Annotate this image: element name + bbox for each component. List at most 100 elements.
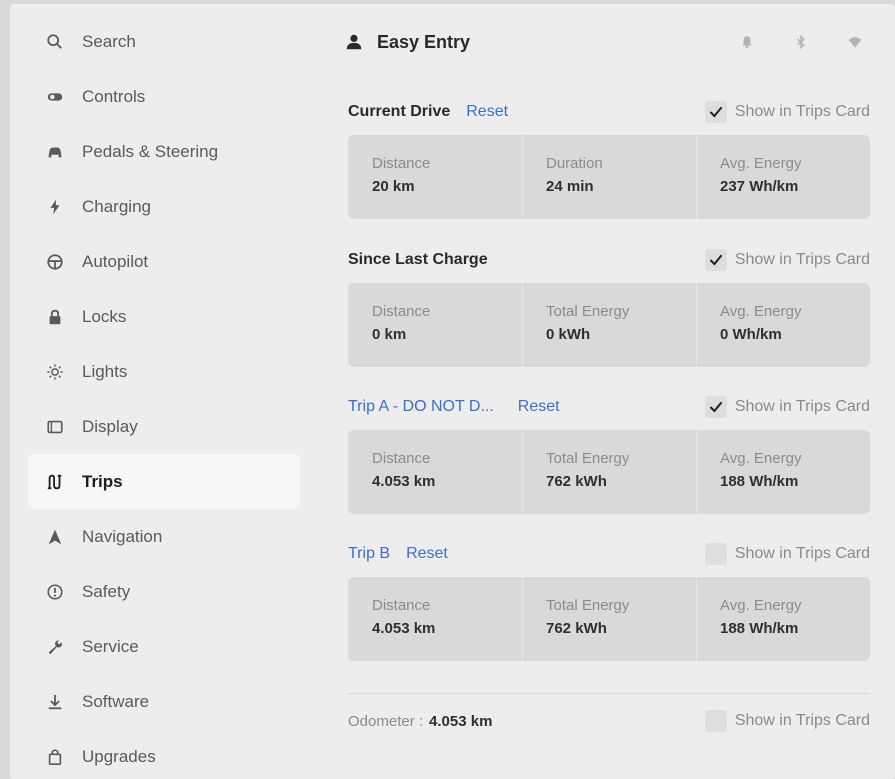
stat-total-energy: Total Energy 762 kWh <box>522 577 696 661</box>
sidebar-item-software[interactable]: Software <box>28 674 300 729</box>
bag-icon <box>44 746 66 768</box>
show-in-trips-toggle[interactable]: Show in Trips Card <box>704 249 870 271</box>
show-in-trips-label: Show in Trips Card <box>734 103 870 120</box>
download-icon <box>44 691 66 713</box>
stat-distance: Distance 4.053 km <box>348 430 522 514</box>
stats-card: Distance 20 km Duration 24 min Avg. Ener… <box>348 135 870 219</box>
sun-icon <box>44 361 66 383</box>
sidebar-item-label: Controls <box>82 86 146 106</box>
stat-value: 237 Wh/km <box>720 178 799 195</box>
checkbox-checked[interactable] <box>704 101 727 123</box>
sidebar-item-label: Autopilot <box>82 251 149 271</box>
section-title: Since Last Charge <box>348 251 488 268</box>
stat-avg-energy: Avg. Energy 0 Wh/km <box>696 283 870 367</box>
checkbox-checked[interactable] <box>704 396 727 418</box>
profile-header: Easy Entry <box>345 26 870 58</box>
sidebar-item-label: Service <box>82 636 139 656</box>
bluetooth-icon[interactable] <box>794 35 808 49</box>
profile-name[interactable]: Easy Entry <box>377 32 470 53</box>
stat-value: 0 kWh <box>546 326 591 343</box>
sidebar-item-label: Pedals & Steering <box>82 141 219 161</box>
settings-sidebar: Search Controls Pedals & Steering Chargi… <box>28 14 300 779</box>
stat-duration: Duration 24 min <box>522 135 696 219</box>
trip-name[interactable]: Trip B <box>348 545 390 563</box>
sidebar-item-service[interactable]: Service <box>28 619 300 674</box>
search-icon <box>44 31 66 53</box>
checkbox-checked[interactable] <box>704 249 727 271</box>
trip-a-section: Trip A - DO NOT D... Reset Show in Trips… <box>348 394 870 514</box>
toggle-icon <box>44 86 66 108</box>
stat-total-energy: Total Energy 762 kWh <box>522 430 696 514</box>
checkbox-unchecked[interactable] <box>704 710 727 732</box>
stat-label: Distance <box>372 450 431 467</box>
stat-value: 0 km <box>372 326 407 343</box>
stat-distance: Distance 4.053 km <box>348 577 522 661</box>
sidebar-item-label: Locks <box>82 306 127 326</box>
sidebar-item-autopilot[interactable]: Autopilot <box>28 234 300 289</box>
sidebar-item-controls[interactable]: Controls <box>28 69 300 124</box>
stat-value: 188 Wh/km <box>720 473 799 490</box>
show-in-trips-label: Show in Trips Card <box>734 251 870 268</box>
stat-value: 188 Wh/km <box>720 620 799 637</box>
stats-card: Distance 4.053 km Total Energy 762 kWh A… <box>348 577 870 661</box>
stat-label: Total Energy <box>546 303 630 320</box>
current-drive-section: Current Drive Reset Show in Trips Card D… <box>348 99 870 219</box>
show-in-trips-toggle[interactable]: Show in Trips Card <box>704 101 870 123</box>
stat-label: Total Energy <box>546 597 630 614</box>
reset-link[interactable]: Reset <box>466 103 508 121</box>
stat-avg-energy: Avg. Energy 237 Wh/km <box>696 135 870 219</box>
sidebar-item-navigation[interactable]: Navigation <box>28 509 300 564</box>
divider <box>348 693 870 694</box>
sidebar-item-locks[interactable]: Locks <box>28 289 300 344</box>
sidebar-item-charging[interactable]: Charging <box>28 179 300 234</box>
trip-name[interactable]: Trip A - DO NOT D... <box>348 398 494 416</box>
stat-avg-energy: Avg. Energy 188 Wh/km <box>696 577 870 661</box>
bell-icon[interactable] <box>740 35 754 49</box>
sidebar-item-trips[interactable]: Trips <box>28 454 300 509</box>
stat-value: 24 min <box>546 178 594 195</box>
stat-value: 762 kWh <box>546 473 607 490</box>
stat-value: 762 kWh <box>546 620 607 637</box>
show-in-trips-toggle[interactable]: Show in Trips Card <box>704 396 870 418</box>
since-last-charge-section: Since Last Charge Show in Trips Card Dis… <box>348 247 870 367</box>
sidebar-item-label: Safety <box>82 581 131 601</box>
stat-label: Avg. Energy <box>720 303 802 320</box>
odometer-value: 4.053 km <box>429 712 493 730</box>
stat-distance: Distance 0 km <box>348 283 522 367</box>
car-icon <box>44 141 66 163</box>
sidebar-item-safety[interactable]: Safety <box>28 564 300 619</box>
sidebar-item-label: Search <box>82 31 136 51</box>
stat-value: 4.053 km <box>372 473 436 490</box>
sidebar-item-upgrades[interactable]: Upgrades <box>28 729 300 779</box>
stat-label: Distance <box>372 155 431 172</box>
stat-avg-energy: Avg. Energy 188 Wh/km <box>696 430 870 514</box>
show-in-trips-toggle[interactable]: Show in Trips Card <box>704 543 870 565</box>
reset-link[interactable]: Reset <box>518 398 560 416</box>
checkmark-icon <box>709 401 723 413</box>
checkbox-unchecked[interactable] <box>704 543 727 565</box>
sidebar-item-pedals-steering[interactable]: Pedals & Steering <box>28 124 300 179</box>
odometer-row: Odometer : 4.053 km Show in Trips Card <box>348 708 870 734</box>
steering-wheel-icon <box>44 251 66 273</box>
trip-b-section: Trip B Reset Show in Trips Card Distance… <box>348 541 870 661</box>
person-icon <box>346 34 362 50</box>
stat-label: Distance <box>372 597 431 614</box>
wrench-icon <box>44 636 66 658</box>
sidebar-item-lights[interactable]: Lights <box>28 344 300 399</box>
sidebar-item-label: Upgrades <box>82 746 156 766</box>
stat-label: Avg. Energy <box>720 155 802 172</box>
sidebar-item-label: Charging <box>82 196 151 216</box>
sidebar-item-label: Lights <box>82 361 128 381</box>
stat-label: Avg. Energy <box>720 450 802 467</box>
show-in-trips-toggle[interactable]: Show in Trips Card <box>704 710 870 732</box>
stats-card: Distance 4.053 km Total Energy 762 kWh A… <box>348 430 870 514</box>
sidebar-item-label: Software <box>82 691 150 711</box>
sidebar-item-display[interactable]: Display <box>28 399 300 454</box>
sidebar-item-search[interactable]: Search <box>28 14 300 69</box>
reset-link[interactable]: Reset <box>406 545 448 563</box>
sidebar-item-label: Display <box>82 416 138 436</box>
stat-label: Total Energy <box>546 450 630 467</box>
stat-value: 20 km <box>372 178 415 195</box>
trips-icon <box>44 471 66 493</box>
wifi-icon[interactable] <box>848 35 862 49</box>
